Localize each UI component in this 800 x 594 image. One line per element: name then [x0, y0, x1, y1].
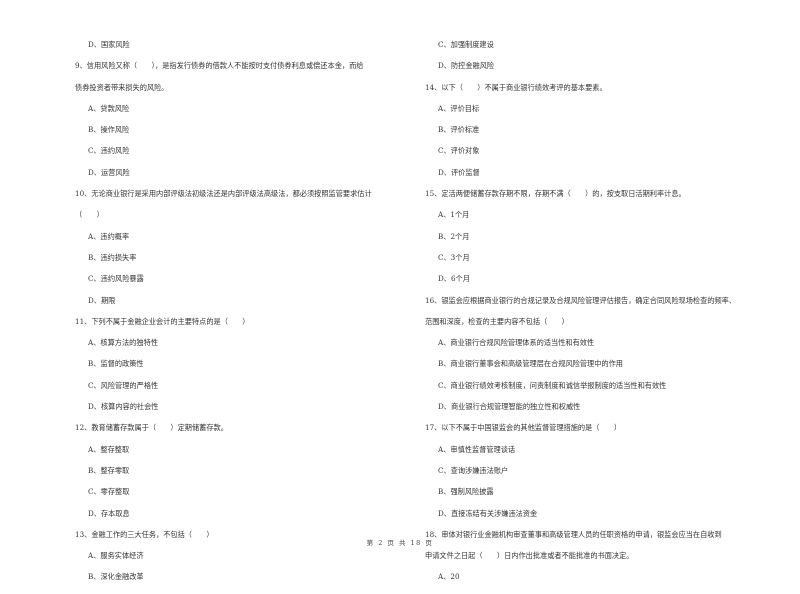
option-line: D、防控金融风险 — [438, 61, 495, 71]
option-line: D、评价监督 — [438, 167, 480, 177]
option-line: D、6个月 — [438, 274, 470, 284]
option-line: A、审慎性监督管理谈话 — [438, 444, 516, 454]
question-line: 12、教育储蓄存款属于（ ）定期储蓄存款。 — [75, 423, 228, 433]
option-line: A、评价目标 — [438, 103, 480, 113]
question-continuation: （ ） — [75, 210, 104, 220]
option-line: C、加强制度建设 — [438, 40, 494, 49]
option-line: A、贷款风险 — [88, 103, 130, 113]
option-line: C、违约风险暴露 — [88, 274, 144, 284]
right-column: C、加强制度建设 D、防控金融风险 14、以下（ ）不属于商业银行绩效考评的基本要素… — [425, 40, 775, 594]
option-line: A、整存整取 — [88, 444, 130, 454]
option-line: B、评价标准 — [438, 125, 480, 135]
option-line: B、2个月 — [438, 231, 470, 241]
option-line: B、商业银行董事会和高级管理层在合规风险管理中的作用 — [438, 359, 623, 369]
option-line: B、整存零取 — [88, 465, 130, 475]
option-line: C、风险管理的严格性 — [88, 380, 159, 390]
option-line: B、强制风险披露 — [438, 487, 494, 497]
option-line: C、查询涉嫌违法账户 — [438, 465, 509, 475]
option-line: D、存本取息 — [88, 508, 130, 518]
question-line: 16、银监会应根据商业银行的合规记录及合规风险管理评估报告，确定合同风险现场检查… — [425, 295, 737, 305]
option-line: C、3个月 — [438, 252, 470, 262]
option-line: D、国家风险 — [88, 40, 130, 49]
question-line: 11、下列不属于金融企业会计的主要特点的是（ ） — [75, 316, 250, 326]
option-line: A、服务实体经济 — [88, 551, 144, 561]
option-line: C、违约风险 — [88, 146, 130, 156]
document-page: D、国家风险 9、信用风险又称（ ），是指发行债券的借款人不能按时支付债券利息或偿… — [0, 0, 800, 581]
option-line: D、直接冻结有关涉嫌违法资金 — [438, 508, 538, 518]
option-line: C、评价对象 — [438, 146, 480, 156]
left-column: D、国家风险 9、信用风险又称（ ），是指发行债券的借款人不能按时支付债券利息或偿… — [75, 40, 405, 594]
option-line: B、深化金融改革 — [88, 572, 144, 582]
option-line: D、商业银行合规管理智能的独立性和权威性 — [438, 402, 581, 412]
option-line: C、商业银行绩效考核制度，问责制度和诚信举报制度的适当性和有效性 — [438, 380, 667, 390]
question-line: 17、以下不属于中国银监会的其他监督管理措施的是（ ） — [425, 423, 622, 433]
option-line: A、违约概率 — [88, 231, 130, 241]
question-line: 10、无论商业银行是采用内部评级法初级法还是内部评级法高级法，都必须按照监管要求… — [75, 189, 372, 199]
option-line: D、期限 — [88, 295, 116, 305]
option-line: D、核算内容的社会性 — [88, 402, 159, 412]
option-line: A、核算方法的独特性 — [88, 338, 158, 348]
option-line: B、违约损失率 — [88, 252, 137, 262]
page-footer: 第 2 页 共 18 页 — [366, 539, 434, 547]
option-line: A、商业银行合规风险管理体系的适当性和有效性 — [438, 338, 595, 348]
question-line: 15、定活两便储蓄存款存期不限，存期不满（ ）的，按支取日活期利率计息。 — [425, 189, 686, 199]
option-line: C、零存整取 — [88, 487, 130, 497]
option-line: A、20 — [438, 572, 460, 582]
question-line: 14、以下（ ）不属于商业银行绩效考评的基本要素。 — [425, 82, 607, 92]
option-line: D、运营风险 — [88, 167, 130, 177]
question-line: 9、信用风险又称（ ），是指发行债券的借款人不能按时支付债券利息或偿还本金，而给 — [75, 61, 364, 71]
question-continuation: 申请文件之日起（ ）日内作出批准或者不能批准的书面决定。 — [425, 551, 634, 561]
option-line: A、1个月 — [438, 210, 470, 220]
question-continuation: 范围和深度，检查的主要内容不包括（ ） — [425, 316, 569, 326]
question-continuation: 债券投资者带来损失的风险。 — [75, 82, 169, 92]
option-line: B、监督的政策性 — [88, 359, 144, 369]
option-line: B、操作风险 — [88, 125, 130, 135]
